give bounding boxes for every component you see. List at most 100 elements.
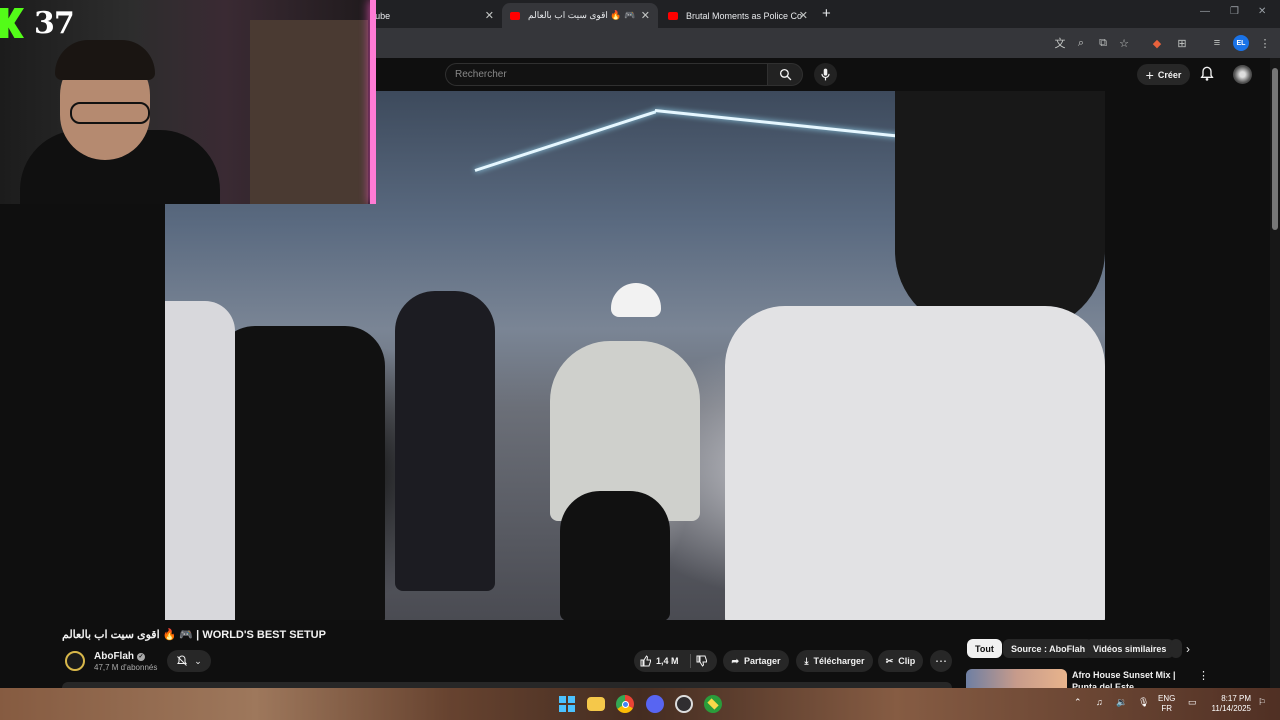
- search-button[interactable]: [767, 63, 803, 86]
- tab-label: Brutal Moments as Police Conf: [686, 10, 802, 21]
- person-white-shirt: [725, 306, 1105, 620]
- close-icon[interactable]: ✕: [641, 9, 650, 22]
- like-dislike-group: 1,4 M: [634, 650, 717, 672]
- display-icon[interactable]: ▭: [1188, 697, 1197, 708]
- extensions-puzzle-icon[interactable]: ⊞: [1175, 36, 1189, 50]
- create-button[interactable]: + Créer: [1137, 64, 1190, 85]
- download-button[interactable]: ⤓ Télécharger: [796, 650, 873, 672]
- bell-icon[interactable]: [1199, 66, 1215, 82]
- person-left-edge: [165, 301, 235, 620]
- chip-source[interactable]: Source : AboFlah: [1003, 639, 1094, 658]
- person-head-foreground: [895, 91, 1105, 331]
- divider: [690, 654, 691, 668]
- youtube-favicon-icon: [510, 11, 520, 20]
- windows-start-icon[interactable]: [558, 695, 576, 713]
- tab-label: اقوى سيت اب بالعالم 🔥 🎮: [528, 10, 636, 20]
- notifications-icon[interactable]: ⚐: [1258, 697, 1266, 708]
- channel-name: AboFlah: [94, 651, 134, 662]
- more-icon: ⋯: [935, 654, 947, 668]
- chevron-down-icon: ⌄: [194, 655, 202, 666]
- like-icon: [640, 655, 651, 667]
- close-icon[interactable]: ✕: [799, 9, 808, 22]
- discord-icon[interactable]: [646, 695, 664, 713]
- like-button[interactable]: 1,4 M: [640, 650, 679, 672]
- mic-icon[interactable]: 🎙: [1138, 697, 1149, 708]
- kick-logo-icon: [0, 8, 24, 38]
- clip-label: Clip: [898, 656, 916, 666]
- language-top: ENG: [1158, 694, 1176, 703]
- download-icon: ⤓: [804, 655, 809, 666]
- language-indicator[interactable]: ENG FR: [1158, 694, 1175, 714]
- window-close-icon[interactable]: ✕: [1258, 6, 1266, 17]
- video-title: اقوى سيت اب بالعالم 🔥 🎮 | WORLD'S BEST S…: [62, 629, 326, 641]
- voice-search-button[interactable]: [814, 63, 837, 86]
- background-door: [250, 20, 368, 204]
- chevron-right-icon[interactable]: ›: [1186, 642, 1190, 656]
- zoom-icon[interactable]: ⌕: [1074, 36, 1088, 50]
- new-tab-button[interactable]: +: [822, 5, 831, 22]
- share-button[interactable]: ➦ Partager: [723, 650, 789, 672]
- more-actions-button[interactable]: ⋯: [930, 650, 952, 672]
- translate-icon[interactable]: 文: [1053, 36, 1067, 50]
- person-black-shirt: [215, 326, 385, 620]
- chevron-up-icon[interactable]: ⌃: [1074, 697, 1082, 708]
- app-icon[interactable]: [704, 695, 722, 713]
- person-dark: [395, 291, 495, 591]
- obs-icon[interactable]: [675, 695, 693, 713]
- more-icon[interactable]: ⋮: [1198, 669, 1209, 682]
- minimize-icon[interactable]: —: [1200, 6, 1210, 17]
- extension-icon[interactable]: ◆: [1150, 36, 1164, 50]
- pink-led: [370, 0, 376, 204]
- channel-name-link[interactable]: AboFlah ✓: [94, 651, 145, 662]
- clock-time: 8:17 PM: [1221, 694, 1251, 703]
- folder-icon[interactable]: [587, 697, 605, 711]
- tab-current-video[interactable]: اقوى سيت اب بالعالم 🔥 🎮 ✕: [502, 3, 658, 28]
- neon-light: [654, 109, 909, 139]
- viewer-count: 37: [34, 6, 75, 41]
- create-label: Créer: [1157, 69, 1182, 80]
- share-icon: ➦: [731, 655, 739, 666]
- profile-avatar[interactable]: EL: [1233, 35, 1249, 51]
- share-label: Partager: [744, 656, 781, 666]
- browser-menu-icon[interactable]: ⋮: [1258, 36, 1272, 50]
- bell-off-icon: [177, 655, 188, 666]
- like-count: 1,4 M: [656, 656, 679, 666]
- account-avatar[interactable]: [1233, 65, 1252, 84]
- scissors-icon: ✂: [885, 655, 894, 666]
- plus-icon: +: [1145, 66, 1154, 83]
- chip-partial[interactable]: [1170, 639, 1182, 658]
- language-bottom: FR: [1161, 704, 1172, 713]
- reading-list-icon[interactable]: ≡: [1210, 36, 1224, 50]
- clip-button[interactable]: ✂ Clip: [878, 650, 923, 672]
- volume-icon[interactable]: 🔉: [1116, 697, 1127, 708]
- clock-date: 11/14/2025: [1211, 704, 1251, 713]
- neon-light: [474, 110, 657, 172]
- search-icon: [779, 68, 791, 81]
- close-icon[interactable]: ✕: [485, 9, 494, 22]
- subscriber-count: 47,7 M d'abonnés: [94, 663, 158, 672]
- taskbar-overlay: [0, 688, 1280, 720]
- verified-icon: ✓: [137, 652, 145, 661]
- white-cap: [611, 283, 661, 317]
- download-label: Télécharger: [813, 656, 865, 666]
- bookmark-star-icon[interactable]: ☆: [1117, 36, 1131, 50]
- mic-icon: [821, 68, 830, 81]
- search-input[interactable]: Rechercher: [445, 63, 767, 86]
- tab-youtube[interactable]: Tube ✕: [362, 3, 502, 28]
- screen: Tube ✕ اقوى سيت اب بالعالم 🔥 🎮 ✕ Brutal …: [0, 0, 1280, 720]
- scrollbar-thumb[interactable]: [1272, 68, 1278, 230]
- webcam-overlay: 37: [0, 0, 376, 204]
- chrome-icon[interactable]: [616, 695, 634, 713]
- install-app-icon[interactable]: ⧉: [1096, 36, 1110, 50]
- dislike-icon[interactable]: [696, 655, 708, 667]
- tab-brutal-moments[interactable]: Brutal Moments as Police Conf ✕: [660, 3, 816, 28]
- chip-similar[interactable]: Vidéos similaires: [1085, 639, 1175, 658]
- person-pants: [560, 491, 670, 620]
- chip-all[interactable]: Tout: [967, 639, 1002, 658]
- clock[interactable]: 8:17 PM 11/14/2025: [1207, 694, 1251, 714]
- channel-avatar[interactable]: [65, 651, 85, 671]
- headset-icon[interactable]: ♫: [1096, 697, 1103, 707]
- notification-settings-button[interactable]: ⌄: [167, 650, 211, 672]
- recommended-title[interactable]: Afro House Sunset Mix | Punta del Este: [1072, 669, 1192, 690]
- restore-icon[interactable]: ❐: [1230, 6, 1239, 17]
